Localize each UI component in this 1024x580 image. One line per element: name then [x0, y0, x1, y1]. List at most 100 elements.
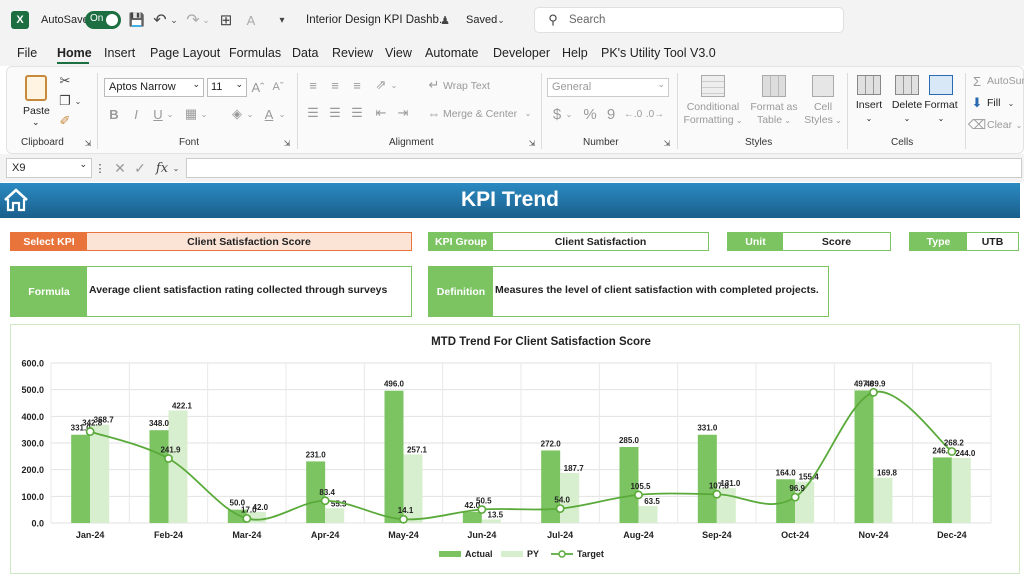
clear-chevron-icon[interactable]: ⌄	[1015, 117, 1023, 133]
bold-icon[interactable]: B	[107, 105, 121, 123]
conditional-formatting-button[interactable]: Conditional Formatting ⌄	[683, 73, 743, 133]
menu-pk-utility[interactable]: PK's Utility Tool V3.0	[601, 46, 716, 60]
align-center-icon[interactable]: ☰	[327, 105, 343, 121]
insert-cells-button[interactable]: Insert ⌄	[849, 73, 889, 133]
select-kpi-box[interactable]: Select KPI Client Satisfaction Score	[10, 232, 412, 251]
cell-styles-button[interactable]: Cell Styles ⌄	[803, 73, 843, 133]
autosum-icon[interactable]: Σ	[970, 73, 984, 89]
paste-button[interactable]: Paste ⌄	[19, 73, 53, 129]
border-chevron-icon[interactable]: ⌄	[200, 105, 208, 123]
menu-review[interactable]: Review	[332, 46, 373, 60]
align-bottom-icon[interactable]: ≡	[349, 77, 365, 93]
font-launcher-icon[interactable]: ⇲	[282, 137, 292, 149]
format-painter-icon[interactable]: ✐	[57, 113, 73, 129]
alignment-launcher-icon[interactable]: ⇲	[527, 137, 537, 149]
qa-customize-icon[interactable]: ▾	[276, 11, 288, 29]
font-color-icon[interactable]: A	[261, 105, 277, 123]
merge-center-icon[interactable]: ⇔	[427, 105, 441, 121]
underline-icon[interactable]: U	[151, 105, 165, 123]
formula-box: Formula Average client satisfaction rati…	[10, 266, 412, 317]
format-cells-button[interactable]: Format ⌄	[921, 73, 961, 133]
copy-icon[interactable]: ❐	[57, 93, 73, 109]
menu-automate[interactable]: Automate	[425, 46, 479, 60]
autosave-toggle[interactable]: On	[85, 11, 121, 29]
menu-file[interactable]: File	[17, 46, 37, 60]
fx-chevron-icon[interactable]: ⌄	[172, 159, 180, 177]
py-data-label: 169.8	[877, 469, 898, 478]
number-format-chevron-icon: ⌄	[657, 79, 665, 89]
merge-center-label[interactable]: Merge & Center	[443, 108, 517, 120]
decrease-decimal-icon[interactable]: .0→	[646, 105, 664, 123]
align-middle-icon[interactable]: ≡	[327, 77, 343, 93]
saved-status[interactable]: Saved	[466, 14, 497, 26]
menu-developer[interactable]: Developer	[493, 46, 550, 60]
delete-cells-button[interactable]: Delete ⌄	[889, 73, 925, 133]
fill-color-icon[interactable]: ◈	[229, 105, 245, 123]
increase-indent-icon[interactable]: ⇥	[395, 105, 411, 121]
save-icon[interactable]: 💾	[128, 11, 146, 29]
enter-icon[interactable]: ✓	[132, 159, 148, 177]
menu-view[interactable]: View	[385, 46, 412, 60]
wrap-text-label[interactable]: Wrap Text	[443, 80, 490, 92]
fill-color-chevron-icon[interactable]: ⌄	[246, 105, 254, 123]
undo-icon[interactable]: ↶	[151, 11, 169, 29]
menu-page-layout[interactable]: Page Layout	[150, 46, 220, 60]
copy-chevron-icon[interactable]: ⌄	[74, 93, 82, 109]
menu-help[interactable]: Help	[562, 46, 588, 60]
align-right-icon[interactable]: ☰	[349, 105, 365, 121]
underline-chevron-icon[interactable]: ⌄	[166, 105, 174, 123]
redo-icon[interactable]: ↷	[184, 11, 202, 29]
font-size-select[interactable]: 11 ⌄	[207, 78, 247, 97]
menu-insert[interactable]: Insert	[104, 46, 135, 60]
border-icon[interactable]: ▦	[183, 105, 199, 123]
saved-chevron-icon[interactable]: ⌄	[496, 11, 506, 29]
align-left-icon[interactable]: ☰	[305, 105, 321, 121]
chart-area[interactable]: MTD Trend For Client Satisfaction Score 6…	[10, 324, 1020, 574]
cancel-icon[interactable]: ✕	[112, 159, 128, 177]
document-title[interactable]: Interior Design KPI Dashb...	[306, 14, 449, 26]
number-launcher-icon[interactable]: ⇲	[662, 137, 672, 149]
number-format-select[interactable]: General ⌄	[547, 78, 669, 97]
menu-formulas[interactable]: Formulas	[229, 46, 281, 60]
menu-data[interactable]: Data	[292, 46, 318, 60]
formula-input[interactable]	[186, 158, 1022, 178]
share-people-icon[interactable]: ♟	[438, 11, 452, 29]
wrap-text-icon[interactable]: ↵	[427, 77, 441, 93]
undo-dropdown-icon[interactable]: ⌄	[169, 11, 179, 29]
font-color-chevron-icon[interactable]: ⌄	[278, 105, 286, 123]
cut-icon[interactable]: ✂	[57, 73, 73, 89]
menu-home[interactable]: Home	[57, 46, 92, 60]
clear-label[interactable]: Clear	[987, 119, 1012, 131]
redo-dropdown-icon[interactable]: ⌄	[201, 11, 211, 29]
comma-style-icon[interactable]: 9	[604, 105, 618, 123]
x-tick-label: Sep-24	[702, 530, 732, 540]
currency-chevron-icon[interactable]: ⌄	[565, 105, 573, 123]
percent-icon[interactable]: %	[582, 105, 598, 123]
orientation-icon[interactable]: ⇗	[373, 77, 389, 93]
merge-chevron-icon[interactable]: ⌄	[524, 105, 532, 121]
increase-font-icon[interactable]: Aˆ	[250, 78, 266, 96]
font-color-qa-icon[interactable]: A	[242, 11, 260, 29]
borders-icon[interactable]: ⊞	[217, 11, 235, 29]
select-kpi-value[interactable]: Client Satisfaction Score	[87, 233, 411, 250]
orientation-chevron-icon[interactable]: ⌄	[390, 77, 398, 93]
fill-label[interactable]: Fill	[987, 97, 1000, 109]
insert-function-icon[interactable]: fx	[152, 159, 172, 177]
italic-icon[interactable]: I	[129, 105, 143, 123]
clear-icon[interactable]: ⌫	[968, 117, 986, 133]
autosum-label[interactable]: AutoSum	[987, 75, 1024, 87]
y-tick-label: 0.0	[31, 519, 44, 529]
currency-icon[interactable]: $	[550, 105, 564, 123]
name-box[interactable]: X9 ⌄	[6, 158, 92, 178]
more-options-icon[interactable]: ⋮	[95, 159, 106, 177]
format-as-table-button[interactable]: Format as Table ⌄	[747, 73, 801, 133]
fill-icon[interactable]: ⬇	[970, 95, 984, 111]
decrease-indent-icon[interactable]: ⇤	[373, 105, 389, 121]
search-box[interactable]: ⚲ Search	[534, 7, 844, 33]
clipboard-launcher-icon[interactable]: ⇲	[83, 137, 93, 149]
font-name-select[interactable]: Aptos Narrow ⌄	[104, 78, 204, 97]
decrease-font-icon[interactable]: Aˇ	[270, 78, 286, 96]
align-top-icon[interactable]: ≡	[305, 77, 321, 93]
fill-chevron-icon[interactable]: ⌄	[1007, 95, 1015, 111]
increase-decimal-icon[interactable]: ←.0	[624, 105, 642, 123]
